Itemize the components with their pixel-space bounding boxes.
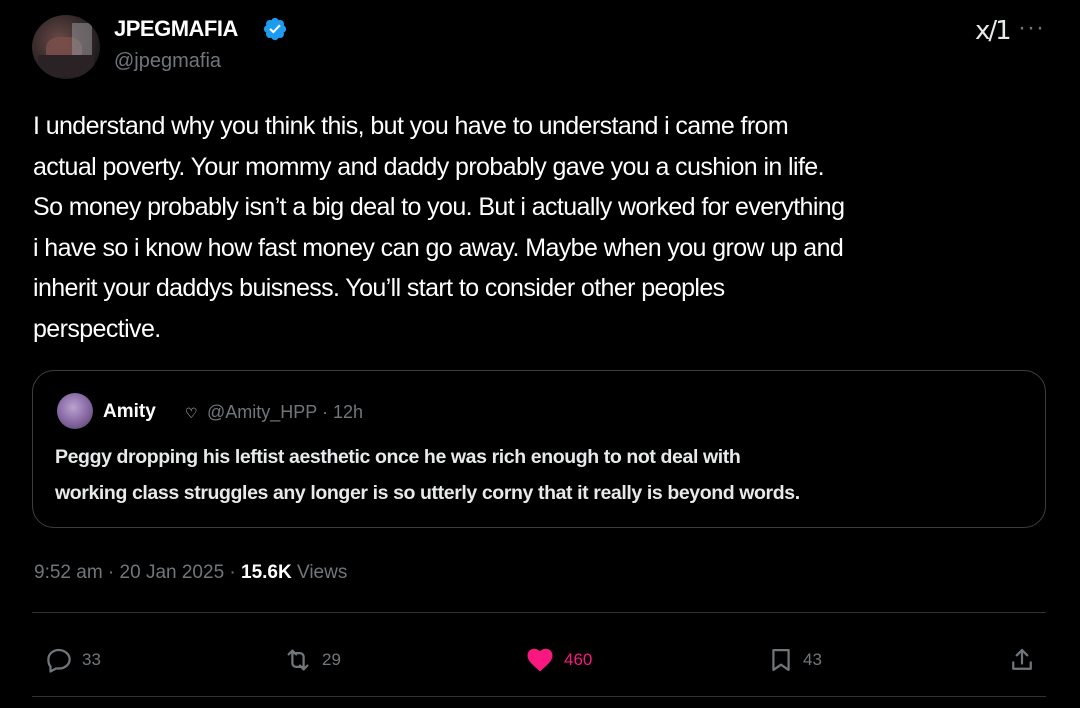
more-options-icon[interactable]: ··· bbox=[1018, 14, 1045, 42]
bookmark-button[interactable]: 43 bbox=[767, 640, 822, 680]
heart-icon bbox=[527, 648, 553, 672]
views-label: Views bbox=[291, 562, 348, 583]
share-button[interactable] bbox=[1008, 640, 1036, 680]
author-display-name[interactable]: JPEGMAFIA bbox=[114, 16, 238, 42]
divider-top bbox=[32, 612, 1046, 613]
tweet-card: JPEGMAFIA @jpegmafia x/1 ··· I understan… bbox=[0, 0, 1080, 708]
like-button[interactable]: 460 bbox=[524, 640, 592, 680]
quoted-author-handle-time: @Amity_HPP · 12h bbox=[207, 402, 363, 422]
tweet-meta: 9:52 am · 20 Jan 2025 · 15.6K Views bbox=[34, 562, 347, 584]
like-count: 460 bbox=[564, 650, 593, 669]
repost-icon bbox=[287, 649, 309, 671]
repost-button[interactable]: 29 bbox=[282, 640, 341, 680]
quoted-tweet-text: Peggy dropping his leftist aesthetic onc… bbox=[55, 446, 800, 504]
verified-badge-icon bbox=[263, 17, 287, 41]
reply-count: 33 bbox=[82, 650, 101, 669]
quoted-tweet[interactable]: Amity ♡ @Amity_HPP · 12h Peggy dropping … bbox=[32, 370, 1046, 528]
bookmark-icon bbox=[772, 648, 790, 672]
reply-button[interactable]: 33 bbox=[44, 640, 101, 680]
views-count: 15.6K bbox=[241, 562, 292, 583]
author-avatar[interactable] bbox=[32, 15, 100, 79]
timestamp[interactable]: 9:52 am · 20 Jan 2025 · bbox=[34, 562, 241, 583]
tweet-text: I understand why you think this, but you… bbox=[33, 112, 845, 343]
share-icon bbox=[1012, 648, 1032, 670]
repost-count: 29 bbox=[322, 650, 341, 669]
divider-bottom bbox=[32, 696, 1046, 697]
author-handle[interactable]: @jpegmafia bbox=[114, 50, 221, 73]
grok-icon[interactable]: x/1 bbox=[975, 16, 1012, 46]
heart-badge-icon: ♡ bbox=[185, 405, 198, 421]
quoted-author-avatar[interactable] bbox=[57, 393, 93, 429]
bookmark-count: 43 bbox=[803, 650, 822, 669]
reply-icon bbox=[47, 648, 71, 673]
quoted-author-name: Amity bbox=[103, 401, 156, 422]
